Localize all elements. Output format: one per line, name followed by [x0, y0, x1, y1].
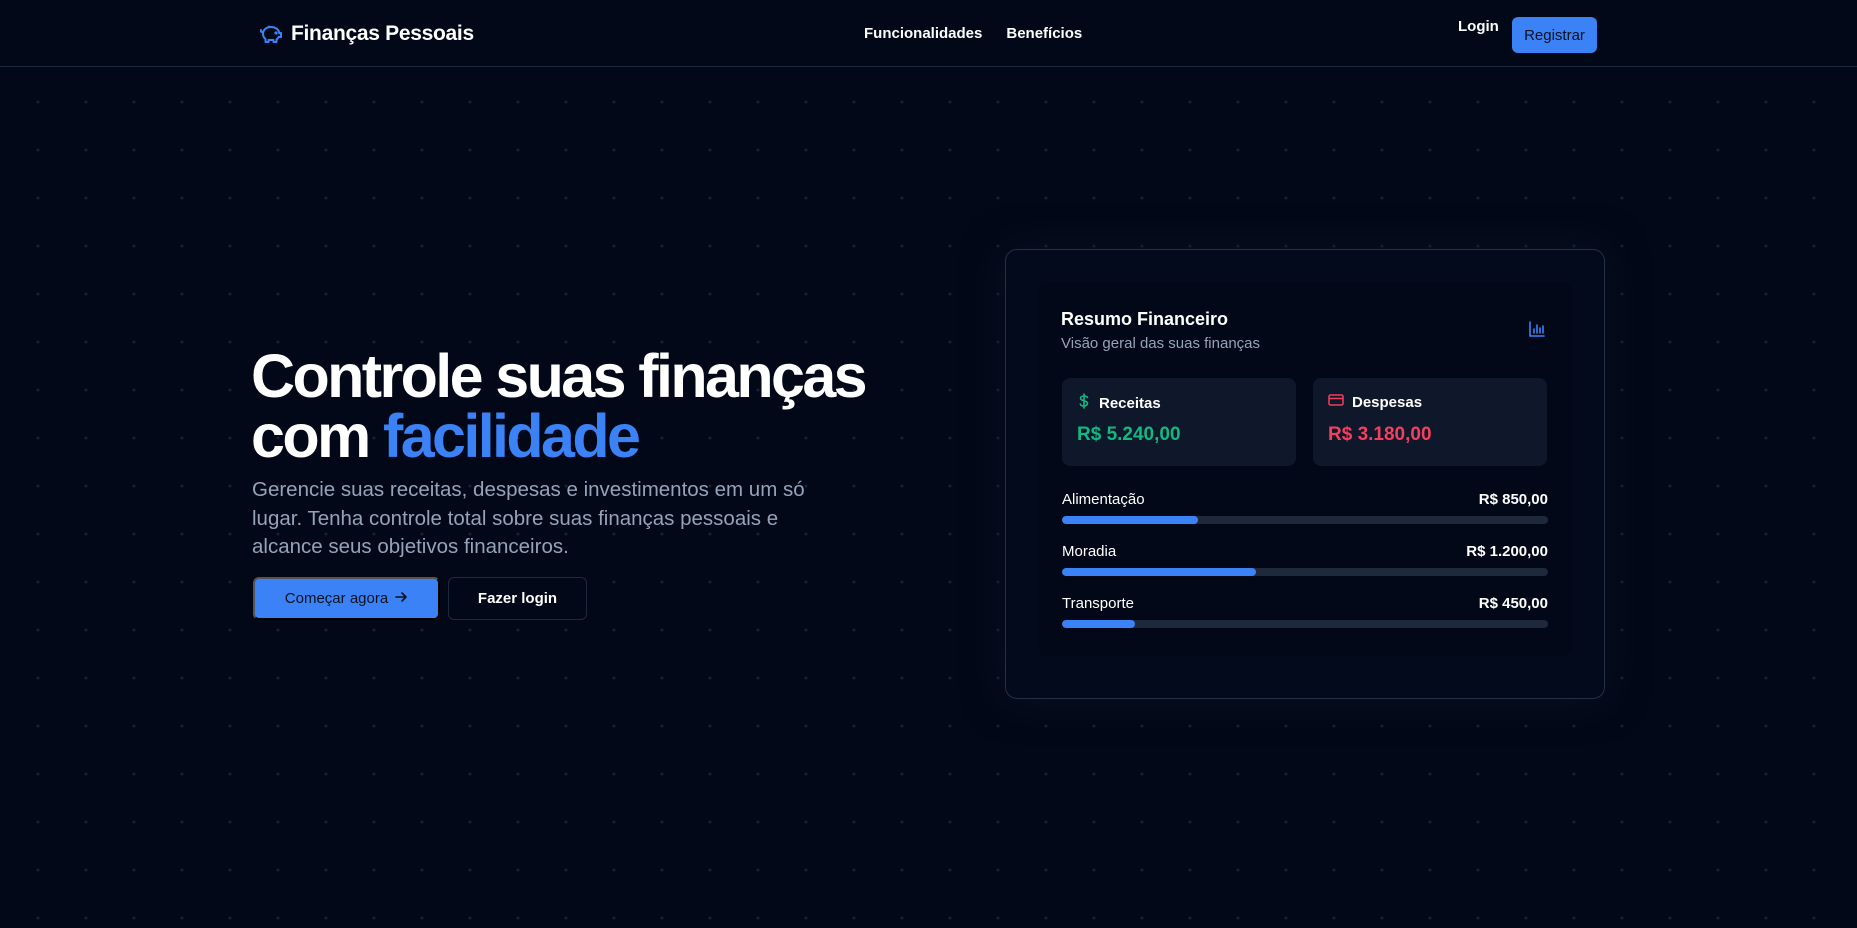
category-name: Alimentação [1062, 491, 1145, 508]
category-progress-fill [1062, 620, 1135, 628]
income-label: Receitas [1099, 395, 1161, 412]
nav-link-beneficios[interactable]: Benefícios [1006, 25, 1082, 42]
category-progress-fill [1062, 568, 1257, 576]
start-now-label: Começar agora [284, 590, 389, 607]
login-link[interactable]: Login [1458, 18, 1499, 35]
credit-card-icon [1328, 393, 1344, 412]
navbar: Finanças Pessoais Funcionalidades Benefí… [0, 0, 1857, 67]
expense-value: R$ 3.180,00 [1328, 424, 1432, 445]
piggy-bank-icon [260, 24, 284, 44]
brand-name: Finanças Pessoais [291, 22, 474, 45]
dollar-icon [1077, 393, 1091, 414]
category-amount: R$ 450,00 [1478, 595, 1548, 612]
category-progress-track [1062, 568, 1548, 576]
category-name: Moradia [1062, 543, 1117, 560]
main-nav: Funcionalidades Benefícios [864, 25, 1082, 42]
expense-box: Despesas R$ 3.180,00 [1313, 378, 1547, 466]
category-amount: R$ 850,00 [1478, 491, 1548, 508]
summary-title: Resumo Financeiro [1061, 309, 1229, 329]
arrow-right-icon [394, 590, 408, 608]
hero-title-line1: Controle suas finanças [251, 342, 868, 410]
hero-title-prefix: com [251, 402, 383, 470]
nav-link-funcionalidades[interactable]: Funcionalidades [864, 25, 982, 42]
category-amount: R$ 1.200,00 [1466, 543, 1548, 560]
register-button[interactable]: Registrar [1512, 17, 1597, 53]
income-value: R$ 5.240,00 [1077, 424, 1181, 445]
expense-label: Despesas [1352, 394, 1423, 411]
start-now-button[interactable]: Começar agora [253, 577, 440, 620]
do-login-button[interactable]: Fazer login [448, 577, 587, 620]
category-progress-fill [1062, 516, 1199, 524]
category-progress-track [1062, 516, 1548, 524]
hero-subtitle: Gerencie suas receitas, despesas e inves… [252, 478, 805, 558]
brand[interactable]: Finanças Pessoais [260, 22, 474, 46]
income-box: Receitas R$ 5.240,00 [1062, 378, 1296, 466]
category-progress-track [1062, 620, 1548, 628]
summary-subtitle: Visão geral das suas finanças [1061, 335, 1261, 352]
category-name: Transporte [1062, 595, 1134, 612]
hero-title: Controle suas finanças com facilidade [251, 346, 868, 467]
bar-chart-icon [1528, 320, 1546, 343]
hero-title-accent: facilidade [382, 402, 641, 470]
